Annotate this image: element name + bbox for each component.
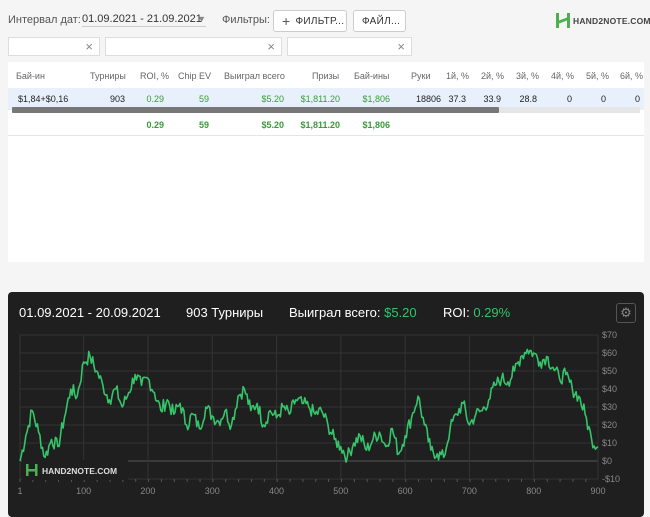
total-prizes: $1,811.20 (300, 120, 340, 130)
x-tick-label: 700 (462, 486, 477, 496)
x-tick-label: 1 (17, 486, 22, 496)
y-tick-label: $10 (602, 438, 617, 448)
logo-mark-icon (556, 13, 570, 28)
y-tick-label: $30 (602, 402, 617, 412)
cell-chip-ev: 59 (198, 94, 209, 104)
file-button[interactable]: ФАЙЛ... (353, 10, 406, 32)
col-header-prizes[interactable]: Призы (312, 71, 339, 81)
x-tick-label: 600 (398, 486, 413, 496)
col-header-place-6[interactable]: 6й, % (620, 71, 643, 81)
col-header-place-1[interactable]: 1й, % (446, 71, 469, 81)
cell-place-1: 37.3 (448, 94, 466, 104)
cell-hands: 18806 (415, 94, 441, 104)
x-tick-label: 100 (76, 486, 91, 496)
col-header-buyins[interactable]: Бай-ины (354, 71, 389, 81)
cell-place-6: 0 (634, 94, 640, 104)
x-tick-label: 200 (140, 486, 155, 496)
y-tick-label: $0 (602, 456, 612, 466)
x-tick-label: 500 (333, 486, 348, 496)
logo-text: HAND2NOTE.COM (573, 15, 650, 26)
chevron-down-icon[interactable]: ▼ (197, 14, 206, 24)
filter-input[interactable]: × (8, 37, 100, 56)
cell-tournaments: 903 (109, 94, 125, 104)
chart-watermark: HAND2NOTE.COM (22, 460, 128, 480)
col-header-chip-ev[interactable]: Chip EV (178, 71, 211, 81)
y-tick-label: $40 (602, 384, 617, 394)
watermark-logo-text: HAND2NOTE.COM (42, 466, 117, 476)
y-tick-label: $50 (602, 366, 617, 376)
clear-icon[interactable]: × (267, 39, 275, 54)
plus-icon: + (282, 13, 291, 29)
results-chart-panel: 01.09.2021 - 20.09.2021 903 Турниры Выиг… (8, 292, 644, 517)
y-tick-label: -$10 (602, 474, 620, 484)
total-roi: 0.29 (146, 120, 164, 130)
cell-prizes: $1,811.20 (300, 94, 340, 104)
col-header-tournaments[interactable]: Турниры (90, 71, 126, 81)
clear-icon[interactable]: × (397, 39, 405, 54)
date-interval-label: Интервал дат: (8, 14, 81, 26)
x-tick-label: 800 (526, 486, 541, 496)
table-header: Бай-ин Турниры ROI, % Chip EV Выиграл вс… (8, 62, 644, 88)
toolbar: Интервал дат: 01.09.2021 - 21.09.2021 ▼ … (0, 0, 650, 38)
col-header-place-3[interactable]: 3й, % (516, 71, 539, 81)
total-chip-ev: 59 (198, 120, 209, 130)
clear-icon[interactable]: × (85, 39, 93, 54)
y-tick-label: $20 (602, 420, 617, 430)
cell-place-4: 0 (566, 94, 572, 104)
cell-won-total: $5.20 (261, 94, 284, 104)
filter-input[interactable]: × (287, 37, 412, 56)
col-header-hands[interactable]: Руки (411, 71, 430, 81)
col-header-place-2[interactable]: 2й, % (481, 71, 504, 81)
cell-place-2: 33.9 (483, 94, 501, 104)
date-range-select[interactable]: 01.09.2021 - 21.09.2021 ▼ (82, 13, 206, 27)
y-tick-label: $70 (602, 330, 617, 340)
file-button-label: ФАЙЛ... (362, 15, 401, 27)
brand-logo: HAND2NOTE.COM (556, 13, 650, 28)
cell-place-3: 28.8 (519, 94, 537, 104)
filters-label: Фильтры: (222, 14, 270, 26)
cell-roi: 0.29 (146, 94, 164, 104)
cell-buyins: $1,806 (362, 94, 390, 104)
x-tick-label: 400 (269, 486, 284, 496)
add-filter-button[interactable]: + ФИЛЬТР... (273, 10, 347, 32)
x-tick-label: 300 (205, 486, 220, 496)
total-won: $5.20 (261, 120, 284, 130)
chart-canvas: $70 $60 $50 $40 $30 $20 $10 $0 -$10 1 100 200 300 400… (17, 330, 620, 496)
cell-place-5: 0 (600, 94, 606, 104)
col-header-place-4[interactable]: 4й, % (551, 71, 574, 81)
scrollbar-thumb[interactable] (12, 107, 499, 113)
profit-series-line (19, 348, 599, 463)
col-header-won-total[interactable]: Выиграл всего (224, 71, 285, 81)
x-tick-label: 900 (590, 486, 605, 496)
totals-row: 0.29 59 $5.20 $1,811.20 $1,806 (8, 114, 644, 136)
total-buyins: $1,806 (362, 120, 390, 130)
add-filter-label: ФИЛЬТР... (295, 15, 345, 27)
col-header-roi[interactable]: ROI, % (140, 71, 169, 81)
y-tick-label: $60 (602, 348, 617, 358)
filter-input[interactable]: × (105, 37, 282, 56)
date-range-value: 01.09.2021 - 21.09.2021 (82, 13, 202, 25)
col-header-buyin[interactable]: Бай-ин (16, 71, 45, 81)
col-header-place-5[interactable]: 5й, % (586, 71, 609, 81)
stats-table: Бай-ин Турниры ROI, % Chip EV Выиграл вс… (8, 62, 644, 262)
horizontal-scrollbar[interactable] (12, 107, 640, 113)
cell-buyin: $1,84+$0,16 (18, 94, 69, 104)
